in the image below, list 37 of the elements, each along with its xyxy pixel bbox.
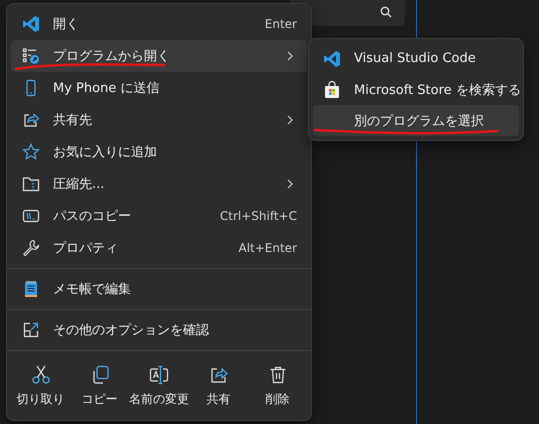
zip-folder-icon (22, 175, 40, 193)
share-icon (22, 111, 40, 129)
shortcut-text: Alt+Enter (238, 241, 297, 255)
shortcut-text: Enter (264, 17, 297, 31)
menu-item[interactable]: My Phone に送信 (11, 72, 307, 104)
menu-item[interactable]: その他のオプションを確認 (11, 314, 307, 346)
action-button[interactable]: 切り取り (11, 361, 70, 412)
menu-item[interactable]: パスのコピー Ctrl+Shift+C (11, 200, 307, 232)
menu-item[interactable]: プログラムから開く (11, 40, 307, 72)
menu-item[interactable]: Visual Studio Code (313, 43, 519, 74)
delete-icon (268, 365, 288, 385)
menu-item[interactable]: Microsoft Store を検索する (313, 74, 519, 105)
vscode-icon (323, 50, 341, 68)
share-icon (208, 365, 228, 385)
menu-item[interactable]: 開く Enter (11, 8, 307, 40)
cut-icon (30, 365, 50, 385)
vscode-icon (22, 15, 40, 33)
action-button[interactable]: 削除 (248, 361, 307, 412)
menu-item[interactable]: 共有先 (11, 104, 307, 136)
star-icon (22, 143, 40, 161)
wrench-icon (22, 239, 40, 257)
search-icon (380, 6, 392, 18)
menu-item[interactable]: プロパティ Alt+Enter (11, 232, 307, 264)
action-button[interactable]: 名前の変更 (129, 361, 189, 412)
store-icon (323, 80, 341, 98)
menu-item[interactable]: お気に入りに追加 (11, 136, 307, 168)
notepad-icon (22, 280, 40, 298)
action-button[interactable]: コピー (70, 361, 129, 412)
shortcut-text: Ctrl+Shift+C (220, 209, 297, 223)
path-copy-icon (22, 207, 40, 225)
menu-item[interactable]: 圧縮先... (11, 168, 307, 200)
rename-icon (149, 365, 169, 385)
menu-item[interactable]: メモ帳で編集 (11, 273, 307, 305)
external-options-icon (22, 321, 40, 339)
menu-item[interactable]: 別のプログラムを選択 (313, 105, 519, 136)
open-with-icon (22, 47, 40, 65)
action-button[interactable]: 共有 (189, 361, 248, 412)
